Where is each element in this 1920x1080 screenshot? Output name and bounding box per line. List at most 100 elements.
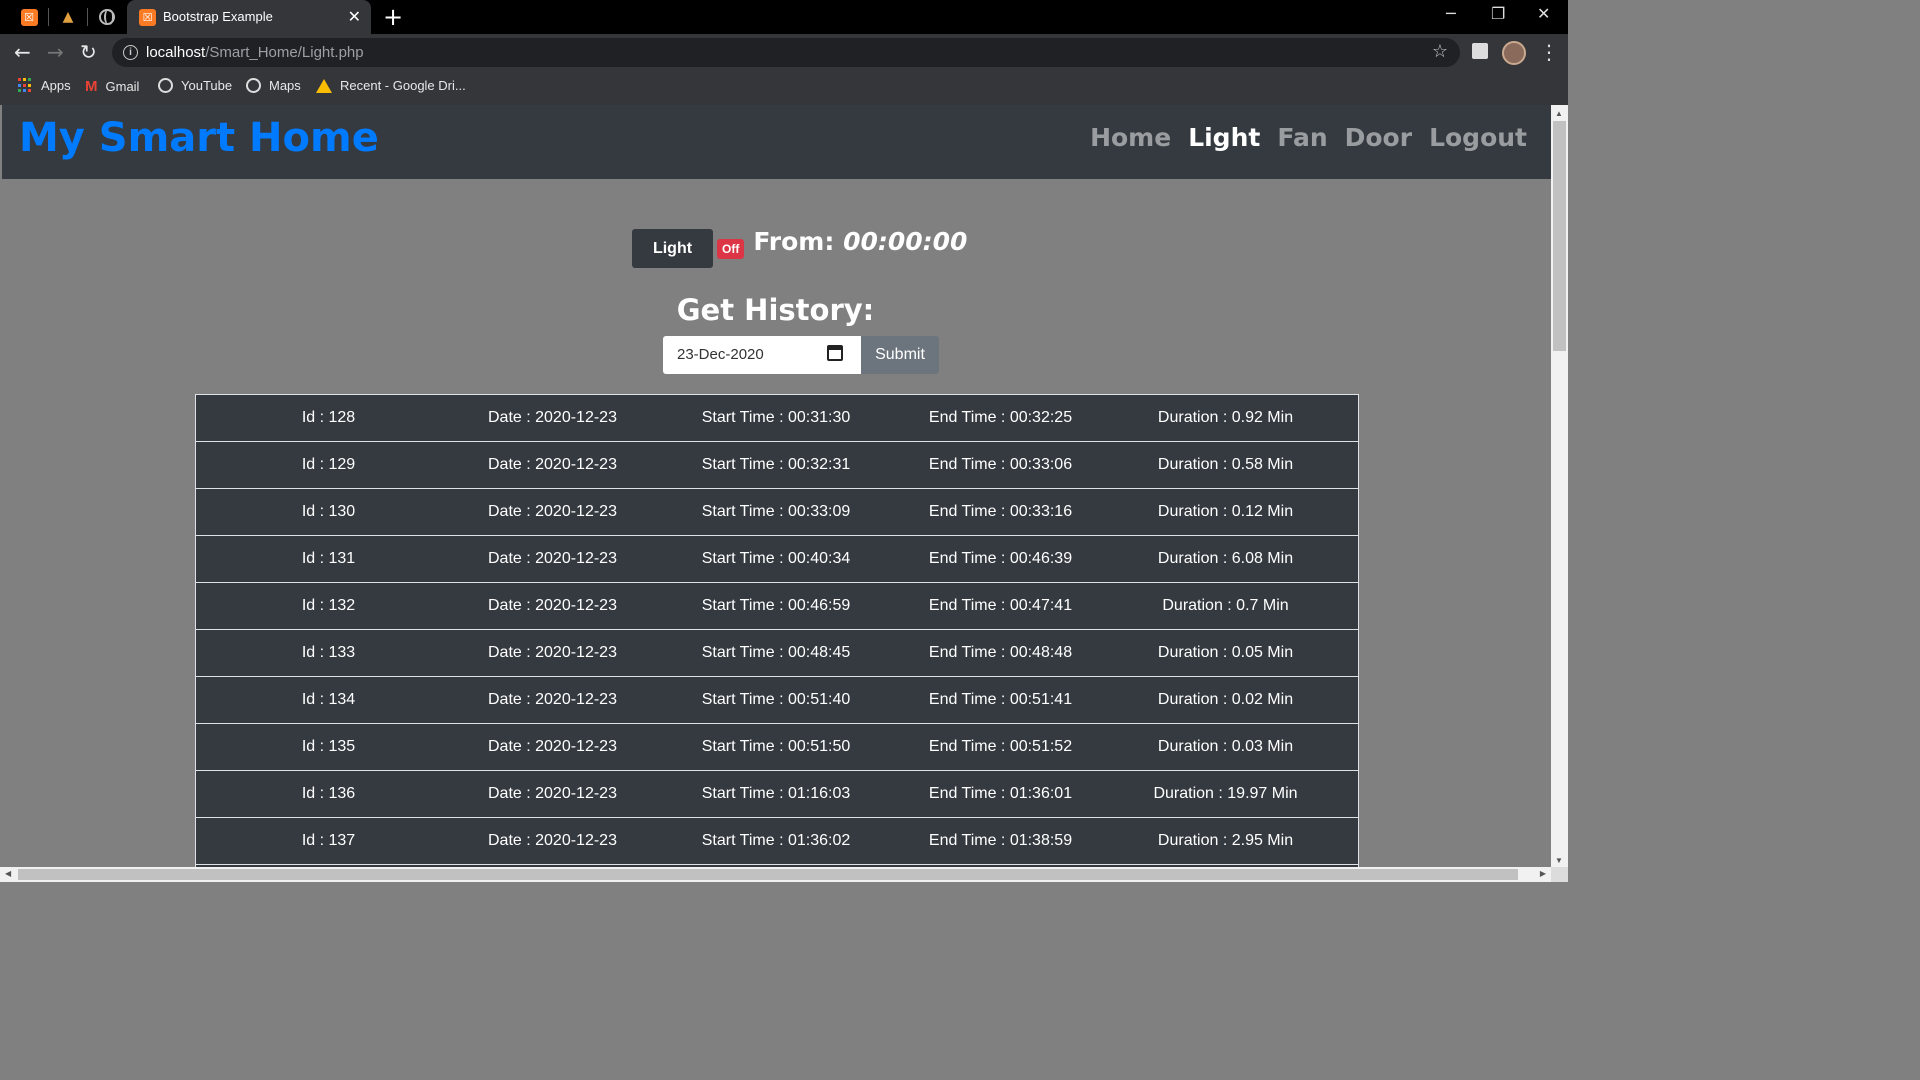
pinned-tab-xampp[interactable]: ☒ bbox=[18, 6, 40, 28]
tab-title: Bootstrap Example bbox=[163, 9, 273, 24]
pinned-tab-globe[interactable] bbox=[96, 6, 118, 28]
date-cell: Date : 2020-12-23 bbox=[488, 409, 617, 426]
window-close-icon[interactable]: ✕ bbox=[1537, 4, 1550, 23]
horizontal-scrollbar[interactable]: ◀ ▶ bbox=[0, 867, 1551, 882]
date-cell: Date : 2020-12-23 bbox=[488, 785, 617, 802]
id-cell: Id : 132 bbox=[301, 597, 356, 614]
menu-kebab-icon[interactable]: ⋮ bbox=[1539, 40, 1559, 64]
scroll-right-icon[interactable]: ▶ bbox=[1540, 869, 1546, 878]
close-tab-icon[interactable]: ✕ bbox=[348, 7, 361, 26]
table-row: Id : 137 Date : 2020-12-23 Start Time : … bbox=[195, 817, 1359, 864]
address-bar[interactable]: i localhost/Smart_Home/Light.php ☆ bbox=[112, 38, 1460, 67]
duration-cell: Duration : 6.08 Min bbox=[1157, 550, 1294, 567]
history-heading: Get History: bbox=[676, 293, 875, 327]
bookmark-youtube[interactable]: YouTube bbox=[158, 78, 232, 93]
apps-grid-icon bbox=[18, 78, 33, 93]
scroll-down-icon[interactable]: ▼ bbox=[1555, 856, 1563, 865]
start-time-cell: Start Time : 00:40:34 bbox=[701, 550, 851, 567]
date-cell: Date : 2020-12-23 bbox=[488, 550, 617, 567]
date-value: 23-Dec-2020 bbox=[677, 346, 764, 363]
end-time-cell: End Time : 01:36:01 bbox=[928, 785, 1073, 802]
new-tab-icon[interactable]: + bbox=[383, 3, 403, 31]
end-time-cell: End Time : 00:51:52 bbox=[928, 738, 1073, 755]
bookmark-gmail[interactable]: M Gmail bbox=[85, 78, 139, 95]
id-cell: Id : 129 bbox=[301, 456, 356, 473]
table-row: Id : 128 Date : 2020-12-23 Start Time : … bbox=[195, 394, 1359, 441]
profile-avatar[interactable] bbox=[1502, 41, 1526, 65]
id-cell: Id : 130 bbox=[301, 503, 356, 520]
duration-cell: Duration : 0.92 Min bbox=[1157, 409, 1294, 426]
history-date-input[interactable]: 23-Dec-2020 bbox=[663, 336, 861, 374]
nav-link-logout[interactable]: Logout bbox=[1429, 123, 1527, 152]
id-cell: Id : 134 bbox=[301, 691, 356, 708]
table-row: Id : 136 Date : 2020-12-23 Start Time : … bbox=[195, 770, 1359, 817]
id-cell: Id : 131 bbox=[301, 550, 356, 567]
end-time-cell: End Time : 01:38:59 bbox=[928, 832, 1073, 849]
minimize-icon[interactable]: ─ bbox=[1446, 4, 1456, 23]
scroll-up-icon[interactable]: ▲ bbox=[1555, 109, 1563, 118]
nav-link-home[interactable]: Home bbox=[1090, 123, 1171, 152]
reload-icon[interactable]: ↻ bbox=[80, 40, 97, 64]
start-time-cell: Start Time : 00:51:40 bbox=[701, 691, 851, 708]
extensions-icon[interactable] bbox=[1472, 43, 1488, 59]
back-arrow-icon[interactable]: ← bbox=[14, 40, 31, 64]
end-time-cell: End Time : 00:32:25 bbox=[928, 409, 1073, 426]
bookmark-google-drive[interactable]: Recent - Google Dri... bbox=[316, 78, 466, 93]
globe-icon bbox=[158, 78, 173, 93]
table-row: Id : 134 Date : 2020-12-23 Start Time : … bbox=[195, 676, 1359, 723]
history-table: Id : 128 Date : 2020-12-23 Start Time : … bbox=[195, 394, 1359, 867]
start-time-cell: Start Time : 00:33:09 bbox=[701, 503, 851, 520]
status-badge: Off bbox=[717, 239, 745, 259]
google-drive-icon bbox=[316, 78, 332, 93]
gmail-icon: M bbox=[85, 78, 98, 95]
bookmark-maps[interactable]: Maps bbox=[246, 78, 301, 93]
nav-link-fan[interactable]: Fan bbox=[1277, 123, 1327, 152]
nav-link-light[interactable]: Light bbox=[1188, 123, 1260, 152]
calendar-icon[interactable] bbox=[827, 345, 843, 361]
horizontal-scroll-thumb[interactable] bbox=[18, 869, 1518, 880]
restore-icon[interactable]: ❐ bbox=[1491, 4, 1505, 23]
table-row: Id : 131 Date : 2020-12-23 Start Time : … bbox=[195, 535, 1359, 582]
globe-icon bbox=[99, 9, 115, 25]
start-time-cell: Start Time : 01:16:03 bbox=[701, 785, 851, 802]
id-cell: Id : 136 bbox=[301, 785, 356, 802]
date-cell: Date : 2020-12-23 bbox=[488, 597, 617, 614]
duration-cell: Duration : 0.02 Min bbox=[1157, 691, 1294, 708]
vertical-scroll-thumb[interactable] bbox=[1553, 121, 1566, 351]
end-time-cell: End Time : 00:51:41 bbox=[928, 691, 1073, 708]
duration-cell: Duration : 0.58 Min bbox=[1157, 456, 1294, 473]
end-time-cell: End Time : 00:47:41 bbox=[928, 597, 1073, 614]
xampp-icon: ☒ bbox=[139, 9, 156, 26]
site-info-icon[interactable]: i bbox=[123, 45, 138, 60]
duration-cell: Duration : 0.12 Min bbox=[1157, 503, 1294, 520]
duration-cell: Duration : 2.95 Min bbox=[1157, 832, 1294, 849]
id-cell: Id : 135 bbox=[301, 738, 356, 755]
end-time-cell: End Time : 00:33:06 bbox=[928, 456, 1073, 473]
scroll-left-icon[interactable]: ◀ bbox=[5, 869, 11, 878]
bookmark-apps[interactable]: Apps bbox=[18, 78, 71, 93]
nav-link-door[interactable]: Door bbox=[1345, 123, 1412, 152]
page-content: My Smart Home Home Light Fan Door Logout… bbox=[0, 105, 1551, 867]
url-text: localhost/Smart_Home/Light.php bbox=[146, 44, 364, 61]
submit-button[interactable]: Submit bbox=[861, 336, 939, 374]
start-time-cell: Start Time : 00:46:59 bbox=[701, 597, 851, 614]
vertical-scrollbar[interactable]: ▲ ▼ bbox=[1551, 105, 1568, 867]
xampp-icon: ☒ bbox=[20, 8, 38, 26]
table-row: Id : 133 Date : 2020-12-23 Start Time : … bbox=[195, 629, 1359, 676]
end-time-cell: End Time : 00:48:48 bbox=[928, 644, 1073, 661]
date-cell: Date : 2020-12-23 bbox=[488, 738, 617, 755]
start-time-cell: Start Time : 00:31:30 bbox=[701, 409, 851, 426]
active-tab[interactable]: ☒ Bootstrap Example ✕ bbox=[127, 0, 371, 34]
start-time-cell: Start Time : 01:36:02 bbox=[701, 832, 851, 849]
date-cell: Date : 2020-12-23 bbox=[488, 644, 617, 661]
triangle-logo-icon: ▲ bbox=[62, 9, 74, 25]
brand-title[interactable]: My Smart Home bbox=[19, 115, 379, 161]
light-toggle-button[interactable]: Light bbox=[632, 229, 713, 268]
end-time-cell: End Time : 00:46:39 bbox=[928, 550, 1073, 567]
forward-arrow-icon[interactable]: → bbox=[47, 40, 64, 64]
date-cell: Date : 2020-12-23 bbox=[488, 691, 617, 708]
pinned-tab-triangle[interactable]: ▲ bbox=[57, 6, 79, 28]
bookmark-star-icon[interactable]: ☆ bbox=[1432, 41, 1448, 62]
id-cell: Id : 137 bbox=[301, 832, 356, 849]
from-time: From: 00:00:00 bbox=[753, 227, 968, 256]
